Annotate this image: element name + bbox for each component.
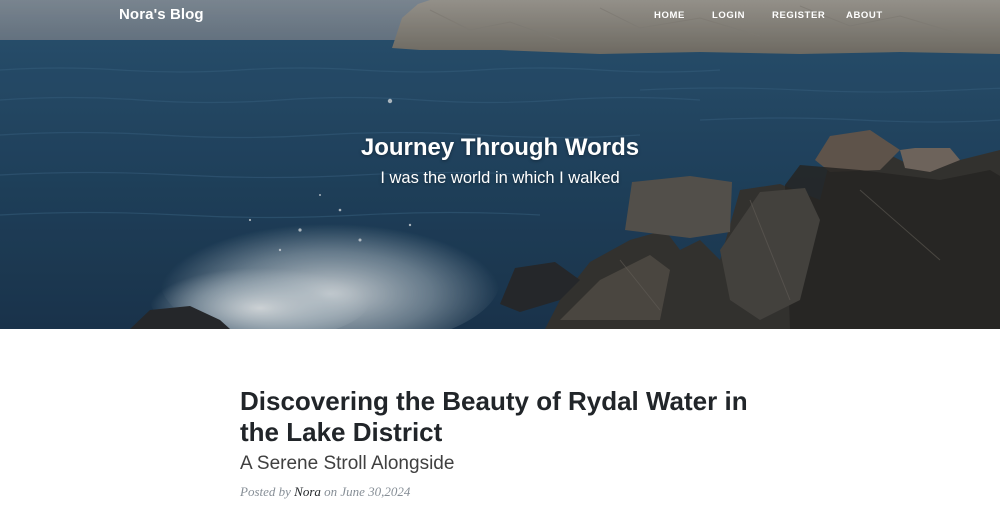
- nav-register-link[interactable]: REGISTER: [772, 10, 825, 21]
- post-title[interactable]: Discovering the Beauty of Rydal Water in…: [240, 386, 780, 448]
- post-subtitle[interactable]: A Serene Stroll Alongside: [240, 452, 780, 476]
- nav-home-link[interactable]: HOME: [654, 10, 685, 21]
- hero-header: Nora's Blog HOME LOGIN REGISTER ABOUT Jo…: [0, 0, 1000, 329]
- nav-login-link[interactable]: LOGIN: [712, 10, 745, 21]
- posted-by-label: Posted by: [240, 484, 291, 499]
- top-navbar: Nora's Blog HOME LOGIN REGISTER ABOUT: [0, 0, 1000, 34]
- post-meta: Posted by Nora on June 30,2024: [240, 484, 780, 500]
- nav-about-link[interactable]: ABOUT: [846, 10, 883, 21]
- post-preview[interactable]: Discovering the Beauty of Rydal Water in…: [240, 386, 780, 500]
- site-heading: Journey Through Words: [360, 134, 640, 161]
- author-link[interactable]: Nora: [294, 484, 321, 499]
- site-subheading: I was the world in which I walked: [380, 169, 620, 187]
- on-label: on: [324, 484, 338, 499]
- post-date: June 30,2024: [340, 484, 411, 499]
- hero-background-image: [0, 0, 1000, 329]
- nav-links: HOME LOGIN REGISTER ABOUT: [0, 10, 1000, 24]
